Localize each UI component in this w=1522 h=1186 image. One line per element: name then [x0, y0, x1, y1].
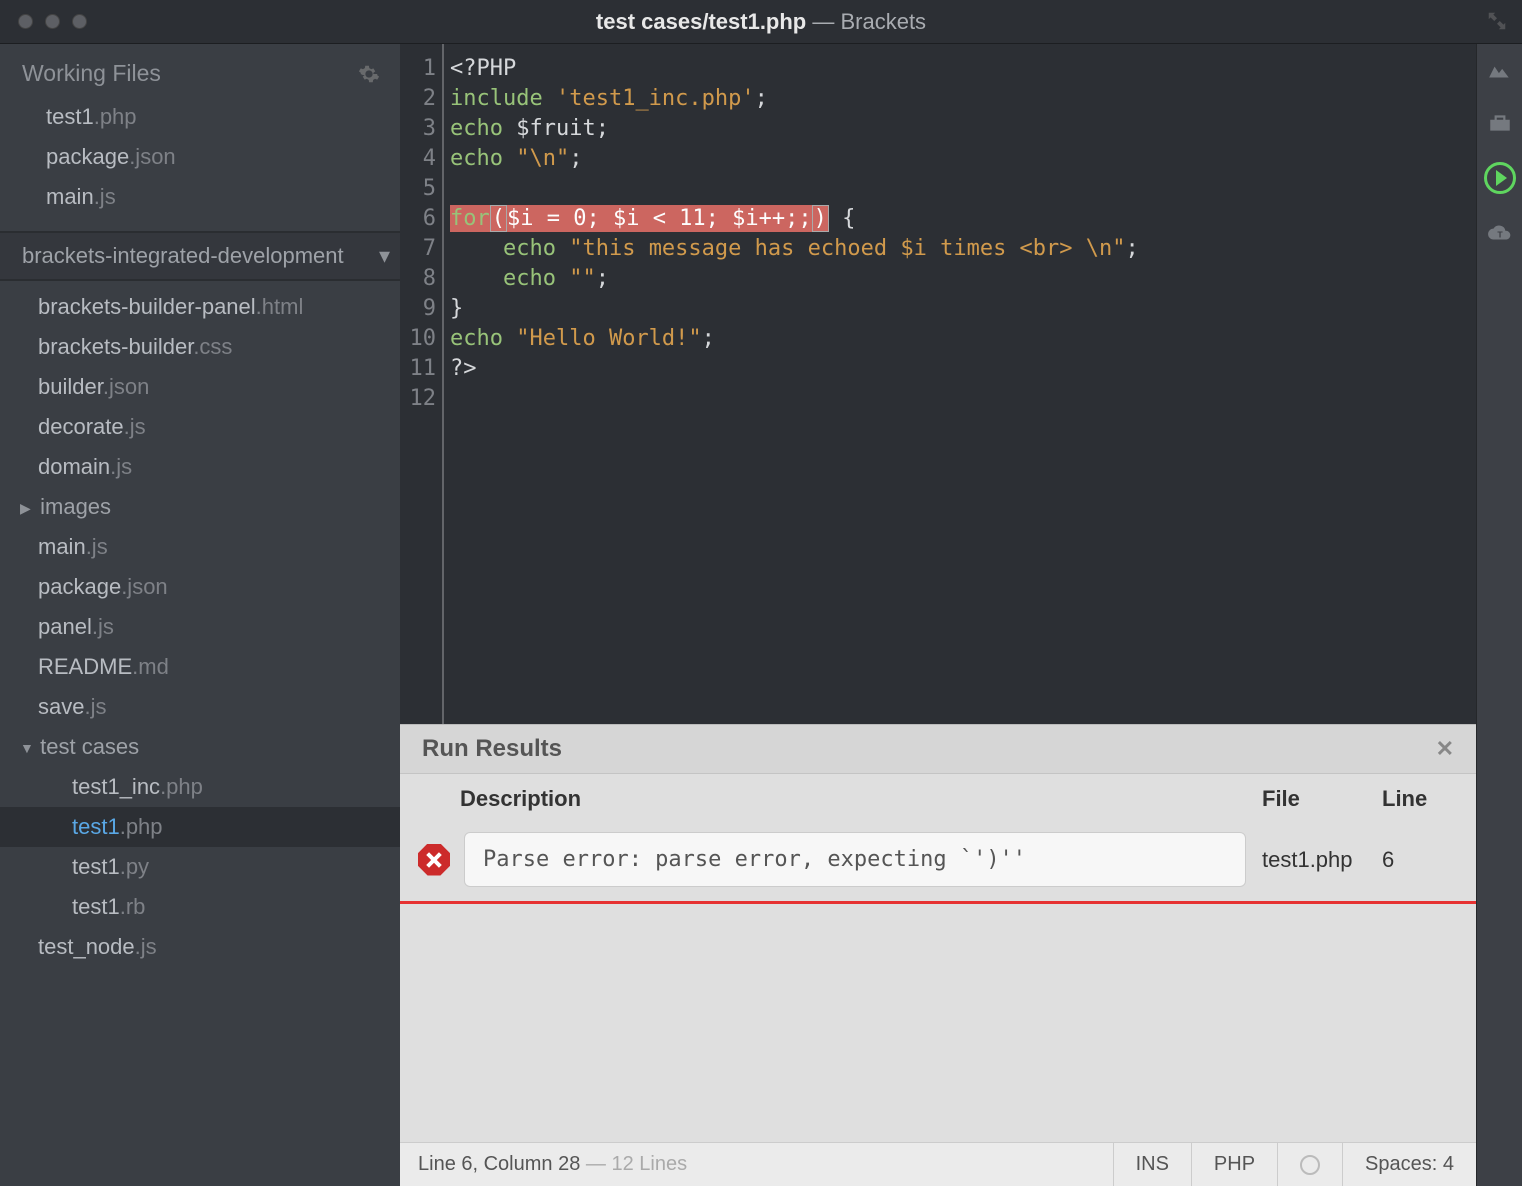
tree-file[interactable]: README.md	[0, 647, 400, 687]
language-mode[interactable]: PHP	[1191, 1143, 1277, 1186]
insert-mode[interactable]: INS	[1113, 1143, 1191, 1186]
code-line[interactable]: include 'test1_inc.php';	[450, 84, 1476, 114]
code-line[interactable]	[450, 384, 1476, 414]
working-file-item[interactable]: test1.php	[0, 97, 400, 137]
line-number: 5	[400, 174, 442, 204]
status-sep: —	[580, 1153, 611, 1175]
tree-file[interactable]: save.js	[0, 687, 400, 727]
line-number: 12	[400, 384, 442, 414]
tree-file[interactable]: brackets-builder-panel.html	[0, 287, 400, 327]
tree-file[interactable]: domain.js	[0, 447, 400, 487]
tree-file[interactable]: test1.py	[0, 847, 400, 887]
indent-mode[interactable]: Spaces: 4	[1342, 1143, 1476, 1186]
result-row[interactable]: Parse error: parse error, expecting `')'…	[400, 822, 1476, 904]
total-lines: 12 Lines	[611, 1153, 687, 1175]
circle-icon	[1300, 1155, 1320, 1175]
line-number: 7	[400, 234, 442, 264]
live-preview-icon[interactable]	[1487, 58, 1513, 84]
window-minimize-button[interactable]	[45, 14, 60, 29]
tree-file[interactable]: main.js	[0, 527, 400, 567]
run-results-panel: Run Results ✕ Description File Line Pars…	[400, 724, 1476, 1142]
cloud-icon[interactable]: T	[1487, 220, 1513, 246]
project-name: brackets-integrated-development	[22, 243, 375, 269]
error-icon	[418, 844, 450, 876]
code-area[interactable]: <?PHPinclude 'test1_inc.php';echo $fruit…	[444, 44, 1476, 724]
gear-icon[interactable]	[358, 63, 380, 85]
tree-file[interactable]: test1_inc.php	[0, 767, 400, 807]
error-description: Parse error: parse error, expecting `')'…	[464, 832, 1246, 887]
extensions-icon[interactable]	[1487, 110, 1513, 136]
cursor-position[interactable]: Line 6, Column 28	[418, 1153, 580, 1175]
code-line[interactable]: }	[450, 294, 1476, 324]
code-line[interactable]: echo $fruit;	[450, 114, 1476, 144]
tree-file[interactable]: test_node.js	[0, 927, 400, 967]
line-number: 2	[400, 84, 442, 114]
editor[interactable]: 123456789101112 <?PHPinclude 'test1_inc.…	[400, 44, 1476, 724]
window-zoom-button[interactable]	[72, 14, 87, 29]
results-body: Parse error: parse error, expecting `')'…	[400, 822, 1476, 904]
tree-file[interactable]: builder.json	[0, 367, 400, 407]
code-line[interactable]: echo "\n";	[450, 144, 1476, 174]
window-title: test cases/test1.php — Brackets	[596, 9, 926, 35]
col-line: Line	[1382, 786, 1452, 812]
lint-status[interactable]	[1277, 1143, 1342, 1186]
working-files-label: Working Files	[22, 60, 161, 87]
editor-column: 123456789101112 <?PHPinclude 'test1_inc.…	[400, 44, 1476, 1186]
run-results-title: Run Results	[422, 735, 562, 763]
svg-text:T: T	[1497, 229, 1503, 239]
code-line[interactable]: for($i = 0; $i < 11; $i++;;) {	[450, 204, 1476, 234]
code-line[interactable]: ?>	[450, 354, 1476, 384]
tree-file[interactable]: panel.js	[0, 607, 400, 647]
play-icon	[1496, 170, 1507, 186]
line-number: 10	[400, 324, 442, 354]
results-columns: Description File Line	[400, 774, 1476, 822]
code-line[interactable]	[450, 174, 1476, 204]
chevron-down-icon: ▾	[379, 243, 390, 269]
line-number: 8	[400, 264, 442, 294]
tree-file[interactable]: test1.rb	[0, 887, 400, 927]
code-line[interactable]: echo "this message has echoed $i times <…	[450, 234, 1476, 264]
working-files-list: test1.phppackage.jsonmain.js	[0, 97, 400, 231]
error-line: 6	[1382, 847, 1452, 873]
project-header[interactable]: brackets-integrated-development ▾	[0, 231, 400, 281]
working-files-header: Working Files	[0, 44, 400, 97]
file-tree: brackets-builder-panel.htmlbrackets-buil…	[0, 281, 400, 1186]
right-toolbar: T	[1476, 44, 1522, 1186]
col-file: File	[1262, 786, 1382, 812]
line-number: 11	[400, 354, 442, 384]
line-number: 3	[400, 114, 442, 144]
run-button[interactable]	[1484, 162, 1516, 194]
working-file-item[interactable]: main.js	[0, 177, 400, 217]
tree-file[interactable]: package.json	[0, 567, 400, 607]
col-description: Description	[460, 786, 1262, 812]
statusbar: Line 6, Column 28 — 12 Lines INS PHP Spa…	[400, 1142, 1476, 1186]
title-app: Brackets	[840, 9, 926, 34]
tree-folder[interactable]: ▼ test cases	[0, 727, 400, 767]
tree-file[interactable]: decorate.js	[0, 407, 400, 447]
titlebar: test cases/test1.php — Brackets	[0, 0, 1522, 44]
close-icon[interactable]: ✕	[1436, 736, 1454, 762]
code-line[interactable]: <?PHP	[450, 54, 1476, 84]
line-number: 6	[400, 204, 442, 234]
code-line[interactable]: echo "";	[450, 264, 1476, 294]
fullscreen-icon[interactable]	[1486, 10, 1508, 32]
line-number: 9	[400, 294, 442, 324]
tree-file[interactable]: brackets-builder.css	[0, 327, 400, 367]
error-file: test1.php	[1262, 847, 1382, 873]
sidebar: Working Files test1.phppackage.jsonmain.…	[0, 44, 400, 1186]
tree-file[interactable]: test1.php	[0, 807, 400, 847]
title-sep: —	[806, 9, 840, 34]
line-number: 4	[400, 144, 442, 174]
window-close-button[interactable]	[18, 14, 33, 29]
line-number: 1	[400, 54, 442, 84]
working-file-item[interactable]: package.json	[0, 137, 400, 177]
line-gutter: 123456789101112	[400, 44, 444, 724]
tree-folder[interactable]: ▶ images	[0, 487, 400, 527]
title-path: test cases/test1.php	[596, 9, 806, 34]
code-line[interactable]: echo "Hello World!";	[450, 324, 1476, 354]
